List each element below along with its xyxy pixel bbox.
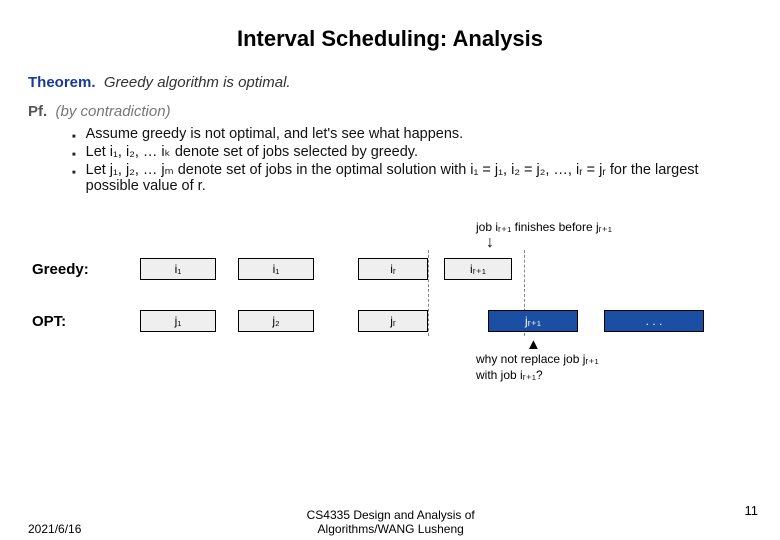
proof-label: Pf. xyxy=(28,103,47,120)
schedule-diagram: job iᵣ₊₁ finishes before jᵣ₊₁ ↓ Greedy: … xyxy=(28,220,752,370)
opt-label: OPT: xyxy=(32,313,66,330)
footer: 2021/6/16 CS4335 Design and Analysis of … xyxy=(0,508,780,536)
opt-bar-highlight: . . . xyxy=(604,310,704,332)
bullet-icon: ■ xyxy=(72,134,76,140)
bullet-item: ■ Let j₁, j₂, … jₘ denote set of jobs in … xyxy=(72,162,752,194)
arrow-up-icon: ▲ xyxy=(526,336,541,353)
theorem-text: Greedy algorithm is optimal. xyxy=(104,74,291,91)
arrow-down-icon: ↓ xyxy=(486,234,494,252)
greedy-bar: i₁ xyxy=(238,258,314,280)
proof-line: Pf. (by contradiction) xyxy=(28,103,752,120)
annotation-top: job iᵣ₊₁ finishes before jᵣ₊₁ xyxy=(476,220,612,234)
bullet-text: Assume greedy is not optimal, and let's … xyxy=(86,126,464,142)
annotation-text: with job iᵣ₊₁? xyxy=(476,368,543,382)
opt-bar-highlight: jᵣ₊₁ xyxy=(488,310,578,332)
footer-course: CS4335 Design and Analysis of Algorithms… xyxy=(81,508,700,536)
annotation-bottom: why not replace job jᵣ₊₁ with job iᵣ₊₁? xyxy=(476,352,599,383)
footer-date: 2021/6/16 xyxy=(28,522,81,536)
annotation-text: why not replace job jᵣ₊₁ xyxy=(476,352,599,366)
footer-course-line: CS4335 Design and Analysis of xyxy=(307,508,475,522)
greedy-bar: i₁ xyxy=(140,258,216,280)
bullet-icon: ■ xyxy=(72,170,76,176)
opt-bar: j₁ xyxy=(140,310,216,332)
theorem-line: Theorem. Greedy algorithm is optimal. xyxy=(28,74,752,91)
opt-bar: jᵣ xyxy=(358,310,428,332)
proof-hint: (by contradiction) xyxy=(56,103,171,120)
bullet-text: Let j₁, j₂, … jₘ denote set of jobs in t… xyxy=(86,162,752,194)
greedy-row: Greedy: i₁ i₁ iᵣ iᵣ₊₁ xyxy=(28,258,752,284)
greedy-bar: iᵣ xyxy=(358,258,428,280)
greedy-label: Greedy: xyxy=(32,261,89,278)
slide-title: Interval Scheduling: Analysis xyxy=(28,26,752,52)
theorem-label: Theorem. xyxy=(28,74,96,91)
bullet-icon: ■ xyxy=(72,152,76,158)
opt-bar: j₂ xyxy=(238,310,314,332)
greedy-bar: iᵣ₊₁ xyxy=(444,258,512,280)
footer-course-line: Algorithms/WANG Lusheng xyxy=(318,522,464,536)
bullet-text: Let i₁, i₂, … iₖ denote set of jobs sele… xyxy=(86,144,418,160)
bullet-item: ■ Let i₁, i₂, … iₖ denote set of jobs sel… xyxy=(72,144,752,160)
bullet-list: ■ Assume greedy is not optimal, and let's… xyxy=(72,126,752,194)
bullet-item: ■ Assume greedy is not optimal, and let's… xyxy=(72,126,752,142)
opt-row: OPT: j₁ j₂ jᵣ jᵣ₊₁ . . . xyxy=(28,310,752,336)
